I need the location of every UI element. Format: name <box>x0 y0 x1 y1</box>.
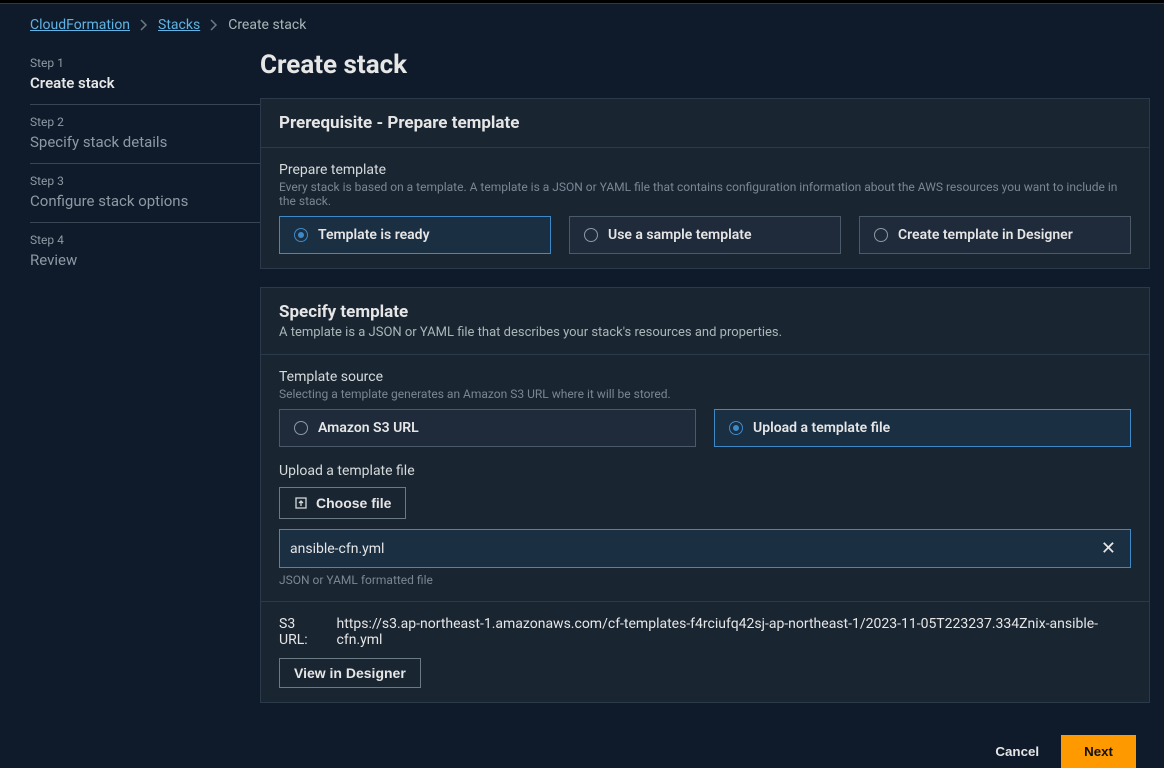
radio-icon <box>584 228 598 242</box>
specify-template-panel: Specify template A template is a JSON or… <box>260 287 1150 703</box>
radio-label: Use a sample template <box>608 227 751 243</box>
template-source-help: Selecting a template generates an Amazon… <box>279 387 1131 401</box>
page-title: Create stack <box>260 50 1150 80</box>
wizard-step-4[interactable]: Step 4 Review <box>30 222 260 281</box>
step-title: Specify stack details <box>30 133 260 151</box>
prepare-template-radio-group: Template is ready Use a sample template … <box>279 216 1131 254</box>
radio-upload-template-file[interactable]: Upload a template file <box>714 409 1131 447</box>
breadcrumb: CloudFormation Stacks Create stack <box>0 4 1164 46</box>
breadcrumb-cloudformation[interactable]: CloudFormation <box>30 17 130 33</box>
radio-create-in-designer[interactable]: Create template in Designer <box>859 216 1131 254</box>
prerequisite-heading: Prerequisite - Prepare template <box>279 113 1131 133</box>
breadcrumb-stacks[interactable]: Stacks <box>158 17 200 33</box>
main-content: Create stack Prerequisite - Prepare temp… <box>260 46 1164 768</box>
template-source-label: Template source <box>279 369 1131 385</box>
radio-icon <box>729 421 743 435</box>
radio-use-sample-template[interactable]: Use a sample template <box>569 216 841 254</box>
upload-icon <box>294 496 308 510</box>
chevron-right-icon <box>210 19 218 31</box>
chevron-right-icon <box>140 19 148 31</box>
s3-url-value: https://s3.ap-northeast-1.amazonaws.com/… <box>337 616 1131 648</box>
prepare-template-help: Every stack is based on a template. A te… <box>279 180 1131 208</box>
step-title: Review <box>30 251 260 269</box>
step-num: Step 4 <box>30 233 260 247</box>
step-num: Step 2 <box>30 115 260 129</box>
radio-icon <box>294 228 308 242</box>
step-title: Create stack <box>30 74 260 92</box>
s3-url-label: S3 URL: <box>279 616 327 648</box>
radio-label: Template is ready <box>318 227 430 243</box>
step-num: Step 3 <box>30 174 260 188</box>
radio-icon <box>874 228 888 242</box>
breadcrumb-current: Create stack <box>228 17 306 33</box>
choose-file-label: Choose file <box>316 495 391 511</box>
specify-template-heading: Specify template <box>279 302 1131 322</box>
uploaded-file-display: ansible-cfn.yml ✕ <box>279 529 1131 568</box>
uploaded-file-name: ansible-cfn.yml <box>290 541 384 557</box>
prerequisite-panel: Prerequisite - Prepare template Prepare … <box>260 98 1150 269</box>
footer-actions: Cancel Next <box>260 721 1150 768</box>
radio-icon <box>294 421 308 435</box>
step-title: Configure stack options <box>30 192 260 210</box>
specify-template-sub: A template is a JSON or YAML file that d… <box>279 325 1131 340</box>
file-format-helper: JSON or YAML formatted file <box>279 573 1131 587</box>
upload-template-file-label: Upload a template file <box>279 463 1131 479</box>
step-num: Step 1 <box>30 56 260 70</box>
choose-file-button[interactable]: Choose file <box>279 487 406 519</box>
view-in-designer-button[interactable]: View in Designer <box>279 658 421 688</box>
radio-amazon-s3-url[interactable]: Amazon S3 URL <box>279 409 696 447</box>
radio-label: Amazon S3 URL <box>318 420 419 436</box>
radio-label: Upload a template file <box>753 420 890 436</box>
radio-label: Create template in Designer <box>898 227 1073 243</box>
wizard-step-3[interactable]: Step 3 Configure stack options <box>30 163 260 222</box>
wizard-nav: Step 1 Create stack Step 2 Specify stack… <box>0 46 260 768</box>
prepare-template-label: Prepare template <box>279 162 1131 178</box>
close-icon[interactable]: ✕ <box>1097 538 1120 559</box>
radio-template-ready[interactable]: Template is ready <box>279 216 551 254</box>
wizard-step-2[interactable]: Step 2 Specify stack details <box>30 104 260 163</box>
s3-url-section: S3 URL: https://s3.ap-northeast-1.amazon… <box>261 601 1149 702</box>
template-source-radio-group: Amazon S3 URL Upload a template file <box>279 409 1131 447</box>
wizard-step-1[interactable]: Step 1 Create stack <box>30 46 260 104</box>
next-button[interactable]: Next <box>1061 735 1136 768</box>
